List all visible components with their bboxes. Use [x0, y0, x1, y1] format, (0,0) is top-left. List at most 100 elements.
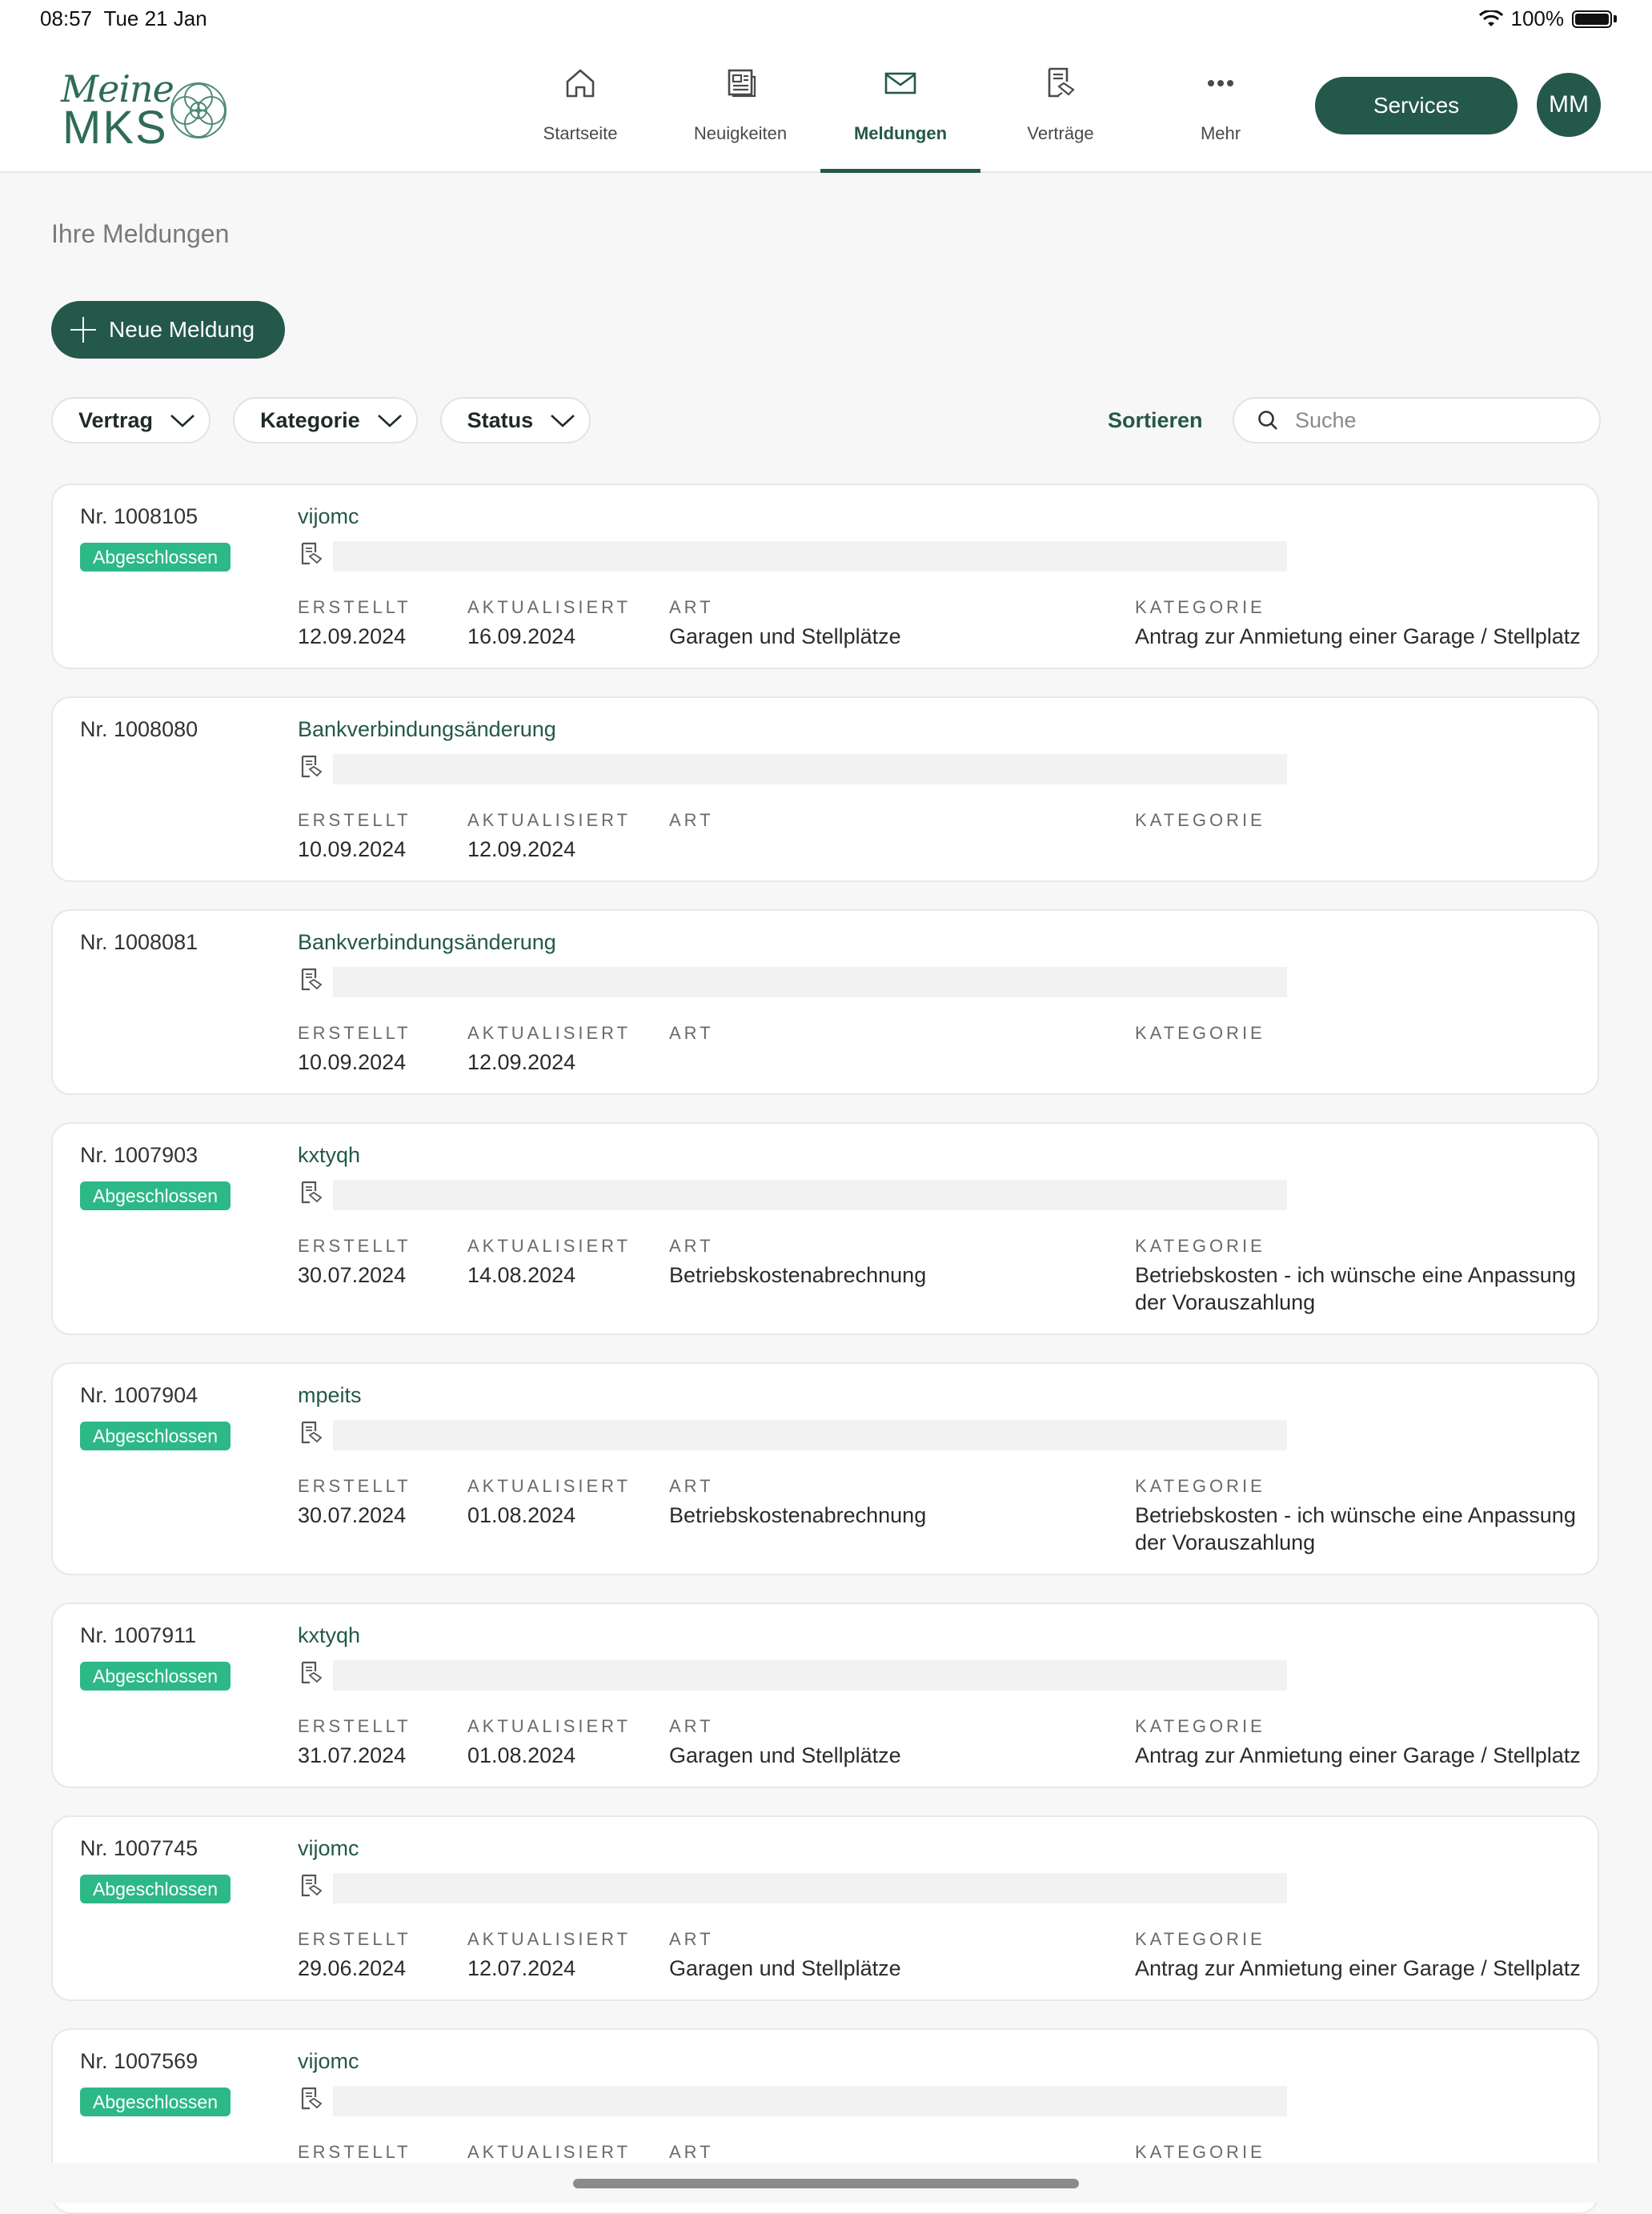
report-card[interactable]: Nr. 1008080 Bankverbindungsänderung ERST…	[51, 696, 1599, 882]
report-number: Nr. 1007745	[80, 1836, 198, 1860]
report-title[interactable]: vijomc	[298, 2049, 359, 2074]
contract-placeholder-bar	[333, 754, 1287, 784]
nav-neuigkeiten[interactable]: Neuigkeiten	[660, 38, 820, 171]
search-input[interactable]	[1293, 407, 1585, 434]
updated-label: AKTUALISIERT	[467, 1236, 632, 1256]
report-category: Antrag zur Anmietung einer Garage / Stel…	[1135, 624, 1581, 648]
status-badge: Abgeschlossen	[80, 543, 231, 572]
updated-label: AKTUALISIERT	[467, 1929, 632, 1949]
category-label: KATEGORIE	[1135, 1023, 1265, 1043]
category-label: KATEGORIE	[1135, 2142, 1265, 2162]
category-label: KATEGORIE	[1135, 1236, 1265, 1256]
created-date: 29.06.2024	[298, 1956, 407, 1980]
filter-label: Kategorie	[260, 407, 360, 432]
status-badge: Abgeschlossen	[80, 1422, 231, 1450]
created-label: ERSTELLT	[298, 1929, 411, 1949]
status-badge: Abgeschlossen	[80, 2088, 231, 2116]
contract-placeholder-bar	[333, 967, 1287, 997]
type-label: ART	[669, 2142, 714, 2162]
report-category: Betriebskosten - ich wünsche eine Anpass…	[1135, 1263, 1576, 1314]
report-type: Garagen und Stellplätze	[669, 1956, 901, 1980]
contract-placeholder-bar	[333, 1420, 1287, 1450]
page-title: Ihre Meldungen	[51, 219, 230, 248]
nav-mehr[interactable]: Mehr	[1141, 38, 1301, 171]
report-card[interactable]: Nr. 1008105 Abgeschlossen vijomc ERSTELL…	[51, 483, 1599, 669]
created-label: ERSTELLT	[298, 1476, 411, 1496]
report-number: Nr. 1007569	[80, 2049, 198, 2073]
new-report-button[interactable]: Neue Meldung	[51, 301, 285, 359]
updated-label: AKTUALISIERT	[467, 810, 632, 830]
report-card[interactable]: Nr. 1007904 Abgeschlossen mpeits ERSTELL…	[51, 1362, 1599, 1575]
nav-vertraege[interactable]: Verträge	[980, 38, 1141, 171]
contract-placeholder-bar	[333, 1660, 1287, 1691]
updated-date: 14.08.2024	[467, 1263, 576, 1287]
report-type: Garagen und Stellplätze	[669, 624, 901, 648]
type-label: ART	[669, 1236, 714, 1256]
status-badge: Abgeschlossen	[80, 1181, 231, 1210]
created-label: ERSTELLT	[298, 2142, 411, 2162]
created-label: ERSTELLT	[298, 597, 411, 617]
new-report-label: Neue Meldung	[109, 317, 255, 342]
report-card[interactable]: Nr. 1007911 Abgeschlossen kxtyqh ERSTELL…	[51, 1602, 1599, 1788]
created-date: 30.07.2024	[298, 1503, 407, 1527]
contract-icon	[301, 1421, 323, 1444]
report-title[interactable]: kxtyqh	[298, 1623, 360, 1648]
created-label: ERSTELLT	[298, 1716, 411, 1736]
report-category: Antrag zur Anmietung einer Garage / Stel…	[1135, 1956, 1581, 1980]
report-title[interactable]: kxtyqh	[298, 1143, 360, 1168]
sort-button[interactable]: Sortieren	[1108, 408, 1203, 433]
updated-date: 01.08.2024	[467, 1503, 576, 1527]
created-label: ERSTELLT	[298, 1023, 411, 1043]
contract-icon	[301, 1874, 323, 1897]
report-title[interactable]: Bankverbindungsänderung	[298, 930, 556, 955]
report-title[interactable]: vijomc	[298, 1836, 359, 1861]
report-card[interactable]: Nr. 1007745 Abgeschlossen vijomc ERSTELL…	[51, 1815, 1599, 2001]
newspaper-icon	[728, 69, 756, 98]
report-category: Betriebskosten - ich wünsche eine Anpass…	[1135, 1503, 1576, 1554]
updated-label: AKTUALISIERT	[467, 597, 632, 617]
report-card[interactable]: Nr. 1007903 Abgeschlossen kxtyqh ERSTELL…	[51, 1122, 1599, 1335]
status-time: 08:57 Tue 21 Jan	[40, 6, 207, 30]
nav-label: Verträge	[1027, 123, 1094, 143]
updated-date: 12.07.2024	[467, 1956, 576, 1980]
type-label: ART	[669, 1023, 714, 1043]
mail-icon	[884, 72, 916, 94]
contract-placeholder-bar	[333, 1873, 1287, 1903]
type-label: ART	[669, 810, 714, 830]
nav-startseite[interactable]: Startseite	[500, 38, 660, 171]
battery-percent: 100%	[1510, 6, 1565, 30]
filter-label: Vertrag	[78, 407, 154, 432]
report-number: Nr. 1007904	[80, 1383, 198, 1407]
report-type: Betriebskostenabrechnung	[669, 1263, 927, 1287]
category-label: KATEGORIE	[1135, 1476, 1265, 1496]
report-title[interactable]: Bankverbindungsänderung	[298, 717, 556, 742]
status-indicators: 100%	[1478, 6, 1617, 31]
avatar[interactable]: MM	[1537, 73, 1601, 137]
chevron-down-icon	[377, 415, 402, 427]
contract-placeholder-bar	[333, 2086, 1287, 2116]
updated-label: AKTUALISIERT	[467, 1023, 632, 1043]
type-label: ART	[669, 597, 714, 617]
services-button[interactable]: Services	[1315, 77, 1518, 134]
created-date: 31.07.2024	[298, 1743, 407, 1767]
filter-vertrag[interactable]: Vertrag	[51, 397, 211, 443]
brand-logo[interactable]: Meine MKS	[61, 67, 237, 155]
report-number: Nr. 1008105	[80, 504, 198, 528]
contract-icon	[301, 542, 323, 565]
filter-status[interactable]: Status	[439, 397, 591, 443]
created-date: 10.09.2024	[298, 837, 407, 861]
report-title[interactable]: vijomc	[298, 504, 359, 529]
created-date: 10.09.2024	[298, 1050, 407, 1074]
search-box[interactable]	[1233, 397, 1601, 443]
status-badge: Abgeschlossen	[80, 1662, 231, 1691]
contract-icon	[301, 1181, 323, 1204]
status-bar: 08:57 Tue 21 Jan 100%	[0, 0, 1652, 38]
report-number: Nr. 1008080	[80, 717, 198, 741]
report-title[interactable]: mpeits	[298, 1383, 362, 1408]
home-indicator[interactable]	[573, 2179, 1079, 2188]
report-type: Betriebskostenabrechnung	[669, 1503, 927, 1527]
report-card[interactable]: Nr. 1008081 Bankverbindungsänderung ERST…	[51, 909, 1599, 1095]
app-header: Meine MKS Startseite Neuigkeiten Meldung…	[0, 38, 1652, 173]
nav-meldungen[interactable]: Meldungen	[820, 38, 980, 173]
filter-kategorie[interactable]: Kategorie	[233, 397, 418, 443]
